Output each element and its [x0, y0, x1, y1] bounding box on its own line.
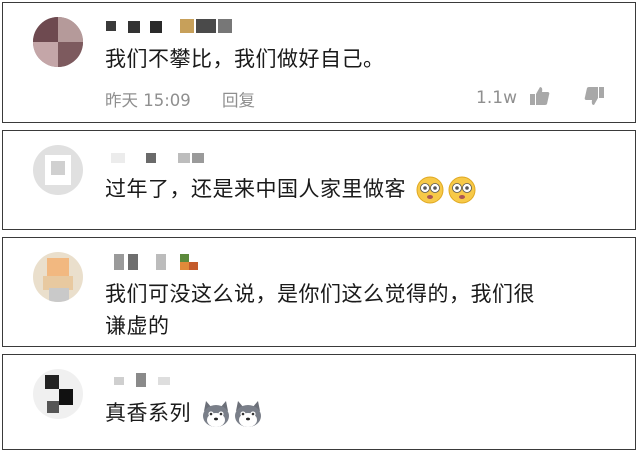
- avatar[interactable]: [33, 252, 83, 302]
- comment-text: 我们不攀比，我们做好自己。: [105, 47, 385, 71]
- dizzy-face-emoji-icon: [415, 175, 445, 205]
- husky-dog-emoji-icon: [200, 399, 230, 429]
- comment-card-1: 我们不攀比，我们做好自己。 昨天 15:09 回复 1.1w: [2, 2, 636, 123]
- dizzy-face-emoji-icon: [447, 175, 477, 205]
- thumbs-down-icon[interactable]: [583, 85, 605, 111]
- thumbs-up-icon[interactable]: [529, 85, 551, 111]
- husky-dog-emoji-icon: [232, 399, 262, 429]
- comment-text-line-1: 我们可没这么说，是你们这么觉得的，我们很: [105, 282, 535, 306]
- reaction-bar: 1.1w: [476, 85, 605, 111]
- comment-meta: 昨天 15:09 回复: [105, 87, 281, 111]
- comment-card-4: 真香系列: [2, 354, 636, 450]
- like-count: 1.1w: [476, 88, 517, 108]
- timestamp: 昨天 15:09: [105, 91, 191, 110]
- comment-card-3: 我们可没这么说，是你们这么觉得的，我们很 谦虚的: [2, 237, 636, 347]
- comment-text-line-2: 谦虚的: [105, 314, 170, 338]
- comment-card-2: 过年了，还是来中国人家里做客: [2, 130, 636, 230]
- avatar[interactable]: [33, 17, 83, 67]
- comment-text: 真香系列: [105, 397, 262, 429]
- comment-text: 过年了，还是来中国人家里做客: [105, 173, 477, 205]
- reply-button[interactable]: 回复: [222, 91, 255, 110]
- avatar[interactable]: [33, 145, 83, 195]
- avatar[interactable]: [33, 369, 83, 419]
